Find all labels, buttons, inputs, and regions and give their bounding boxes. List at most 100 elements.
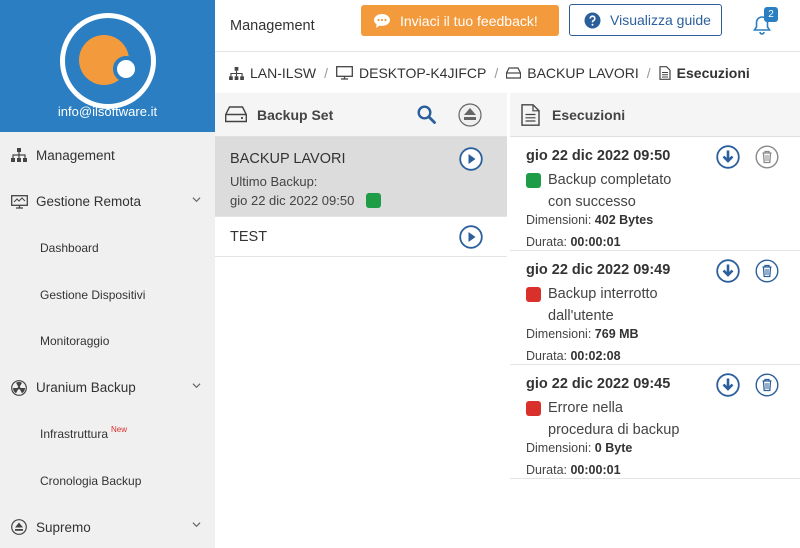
- execution-duration: Durata: 00:02:08: [526, 349, 785, 363]
- execution-item: gio 22 dic 2022 09:45 Errore nella proced…: [510, 365, 800, 479]
- sidebar-item-label: Gestione Remota: [36, 194, 142, 210]
- sidebar-item-supremo[interactable]: Supremo: [0, 504, 215, 548]
- download-icon[interactable]: [716, 259, 740, 288]
- size-value: 0 Byte: [594, 441, 633, 455]
- breadcrumb-separator: /: [646, 65, 651, 81]
- execution-duration: Durata: 00:00:01: [526, 463, 785, 477]
- sidebar-item-label: Supremo: [36, 519, 91, 535]
- chevron-down-icon: [192, 196, 201, 202]
- trash-icon[interactable]: [755, 145, 779, 174]
- sidebar: info@ilsoftware.it Management Gestione R…: [0, 0, 215, 548]
- execution-status: Backup completato con successo: [526, 169, 785, 213]
- sidebar-item-infrastruttura[interactable]: Infrastruttura New: [0, 411, 215, 458]
- search-icon[interactable]: [417, 105, 436, 127]
- notification-badge: 2: [764, 7, 778, 22]
- last-backup: Ultimo Backup: gio 22 dic 2022 09:50: [230, 172, 492, 210]
- hard-drive-icon: [506, 67, 522, 79]
- backup-set-name: BACKUP LAVORI: [230, 151, 346, 167]
- backup-set-item[interactable]: TEST: [215, 217, 507, 257]
- status-indicator-success: [526, 173, 541, 188]
- breadcrumb-item-executions: Esecuzioni: [659, 65, 750, 81]
- monitor-icon: [10, 193, 28, 211]
- feedback-button[interactable]: Inviaci il tuo feedback!: [361, 5, 559, 36]
- new-badge: New: [111, 424, 128, 434]
- sidebar-item-dashboard[interactable]: Dashboard: [0, 225, 215, 272]
- status-indicator-success: [365, 193, 381, 208]
- play-icon[interactable]: [459, 225, 483, 252]
- size-value: 402 Bytes: [594, 213, 654, 227]
- status-text: procedura di backup: [548, 422, 680, 438]
- backup-set-panel: Backup Set BACKUP LAVORI Ultimo Backup: …: [215, 93, 507, 548]
- duration-value: 00:00:01: [570, 463, 621, 477]
- status-text: con successo: [548, 194, 636, 210]
- breadcrumb-item-device[interactable]: DESKTOP-K4JIFCP: [336, 65, 486, 81]
- executions-header: Esecuzioni: [510, 93, 800, 137]
- download-icon[interactable]: [716, 145, 740, 174]
- sidebar-item-label: Gestione Dispositivi: [40, 287, 146, 302]
- last-backup-label: Ultimo Backup:: [230, 174, 318, 189]
- hard-drive-icon: [225, 106, 247, 123]
- document-icon: [521, 103, 540, 126]
- backup-set-title: Backup Set: [257, 106, 334, 123]
- breadcrumb-label: Esecuzioni: [676, 65, 750, 81]
- duration-label: Durata:: [526, 349, 567, 363]
- sidebar-menu: Management Gestione Remota Dashboard Ges…: [0, 132, 215, 548]
- sidebar-item-uranium-backup[interactable]: Uranium Backup: [0, 365, 215, 412]
- execution-item: gio 22 dic 2022 09:49 Backup interrotto d…: [510, 251, 800, 365]
- sitemap-icon: [10, 146, 28, 164]
- execution-size: Dimensioni: 769 MB: [526, 327, 785, 341]
- breadcrumb: LAN-ILSW / DESKTOP-K4JIFCP / BACKUP LAVO…: [215, 53, 800, 93]
- trash-icon[interactable]: [755, 373, 779, 402]
- download-icon[interactable]: [716, 373, 740, 402]
- execution-duration: Durata: 00:00:01: [526, 235, 785, 249]
- sidebar-item-gestione-remota[interactable]: Gestione Remota: [0, 179, 215, 226]
- execution-item: gio 22 dic 2022 09:50 Backup completato c…: [510, 137, 800, 251]
- eject-icon[interactable]: [458, 103, 482, 130]
- chevron-down-icon: [192, 522, 201, 528]
- status-text: Backup interrotto: [548, 286, 658, 302]
- size-label: Dimensioni:: [526, 327, 592, 341]
- guide-label: Visualizza guide: [610, 12, 711, 28]
- radiation-icon: [10, 379, 28, 397]
- breadcrumb-separator: /: [324, 65, 329, 81]
- last-backup-date: gio 22 dic 2022 09:50: [230, 193, 355, 208]
- backup-set-name: TEST: [230, 229, 268, 245]
- sidebar-item-label: Infrastruttura: [40, 427, 109, 442]
- breadcrumb-item-backup-set[interactable]: BACKUP LAVORI: [506, 65, 639, 81]
- executions-title: Esecuzioni: [552, 106, 626, 123]
- sidebar-item-cronologia-backup[interactable]: Cronologia Backup: [0, 458, 215, 505]
- sidebar-item-label: Monitoraggio: [40, 334, 110, 349]
- backup-set-header: Backup Set: [215, 93, 507, 137]
- monitor-icon: [336, 66, 353, 80]
- execution-date: gio 22 dic 2022 09:45: [526, 376, 671, 392]
- status-text: Backup completato: [548, 172, 672, 188]
- size-label: Dimensioni:: [526, 213, 592, 227]
- status-indicator-error: [526, 401, 541, 416]
- execution-date: gio 22 dic 2022 09:49: [526, 262, 671, 278]
- sidebar-item-gestione-dispositivi[interactable]: Gestione Dispositivi: [0, 272, 215, 319]
- chevron-down-icon: [192, 382, 201, 388]
- backup-set-item[interactable]: BACKUP LAVORI Ultimo Backup: gio 22 dic …: [215, 137, 507, 217]
- breadcrumb-item-network[interactable]: LAN-ILSW: [229, 65, 316, 81]
- execution-status: Errore nella procedura di backup: [526, 397, 785, 441]
- logo: [60, 13, 156, 109]
- status-text: dall'utente: [548, 308, 614, 324]
- execution-size: Dimensioni: 0 Byte: [526, 441, 785, 455]
- sitemap-icon: [229, 66, 244, 80]
- sidebar-item-label: Uranium Backup: [36, 380, 136, 396]
- breadcrumb-label: BACKUP LAVORI: [527, 65, 639, 81]
- trash-icon[interactable]: [755, 259, 779, 288]
- sidebar-header: info@ilsoftware.it: [0, 0, 215, 132]
- question-circle-icon: [584, 12, 601, 29]
- duration-label: Durata:: [526, 463, 567, 477]
- breadcrumb-label: DESKTOP-K4JIFCP: [359, 65, 487, 81]
- duration-value: 00:02:08: [570, 349, 621, 363]
- sidebar-item-monitoraggio[interactable]: Monitoraggio: [0, 318, 215, 365]
- size-value: 769 MB: [594, 327, 639, 341]
- sidebar-item-management[interactable]: Management: [0, 132, 215, 179]
- duration-value: 00:00:01: [570, 235, 621, 249]
- user-email[interactable]: info@ilsoftware.it: [0, 104, 215, 119]
- executions-panel: Esecuzioni gio 22 dic 2022 09:50 Backup …: [510, 93, 800, 548]
- guide-button[interactable]: Visualizza guide: [569, 4, 722, 36]
- play-icon[interactable]: [459, 147, 483, 174]
